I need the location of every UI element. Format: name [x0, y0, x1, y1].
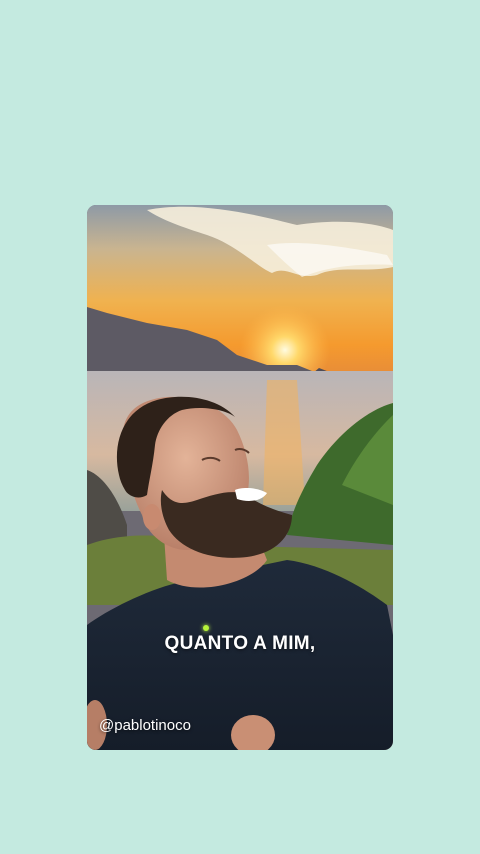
story-page: QUANTO A MIM, @pablotinoco	[0, 0, 480, 854]
story-caption: QUANTO A MIM,	[164, 633, 316, 654]
sunset-selfie-photo	[87, 205, 393, 750]
video-card[interactable]: QUANTO A MIM, @pablotinoco	[87, 205, 393, 750]
username-handle[interactable]: @pablotinoco	[99, 717, 191, 734]
sparkle-dot	[203, 625, 209, 631]
